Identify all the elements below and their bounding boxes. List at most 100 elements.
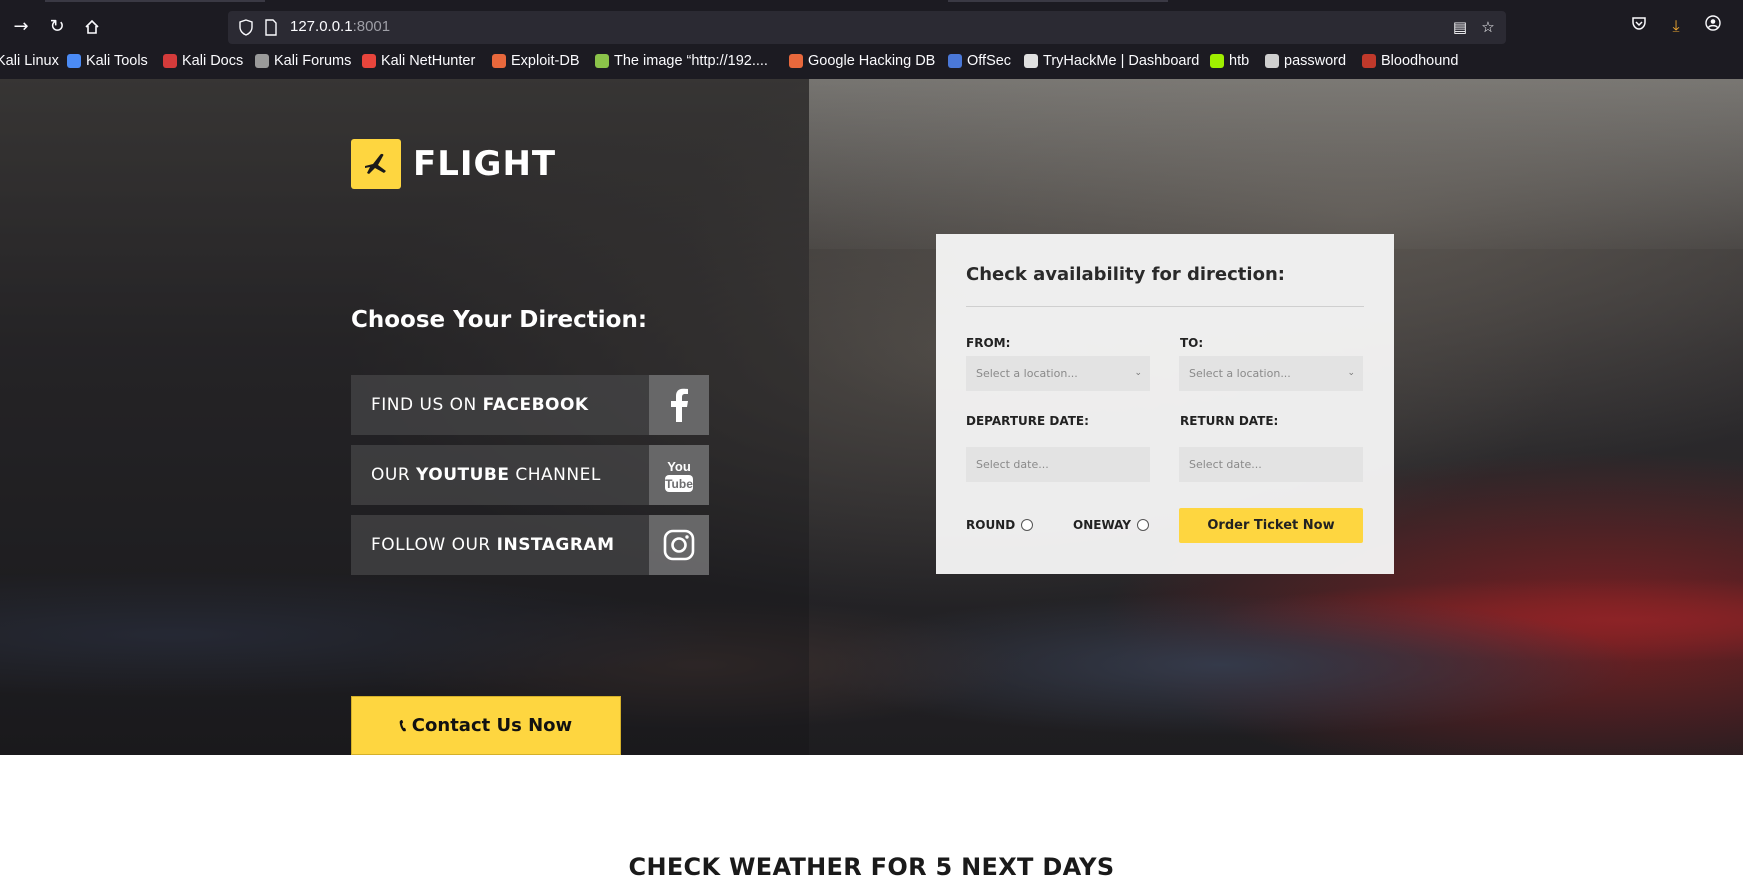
bookmark-item[interactable]: Kali Linux [0, 53, 59, 69]
return-date-placeholder: Select date... [1189, 458, 1262, 471]
youtube-suffix: CHANNEL [509, 465, 601, 485]
youtube-link-label: OUR YOUTUBE CHANNEL [351, 465, 649, 485]
bookmark-item[interactable]: Kali Forums [255, 53, 351, 69]
bookmark-label: Bloodhound [1381, 53, 1459, 69]
to-select[interactable]: Select a location... ⌄ [1179, 356, 1363, 391]
bookmark-label: Kali Docs [182, 53, 244, 69]
url-text[interactable]: 127.0.0.1:8001 [290, 18, 390, 35]
download-icon[interactable]: ⤓ [1665, 15, 1687, 37]
from-select[interactable]: Select a location... ⌄ [966, 356, 1150, 391]
instagram-prefix: FOLLOW OUR [371, 535, 497, 555]
url-bar[interactable]: 127.0.0.1:8001 ▤ ☆ [228, 11, 1506, 44]
contact-us-button[interactable]: 📞︎ Contact Us Now [351, 696, 621, 755]
bookmark-label: OffSec [967, 53, 1012, 69]
hero-section: FLIGHT Choose Your Direction: FIND US ON… [0, 79, 1743, 755]
tryhackme-icon [1024, 54, 1038, 68]
bookmark-item[interactable]: The image “http://192.... [595, 53, 768, 69]
facebook-link-label: FIND US ON FACEBOOK [351, 395, 649, 415]
bookmark-label: Google Hacking DB [808, 53, 936, 69]
bookmark-item[interactable]: Exploit-DB [492, 53, 580, 69]
kali-forums-icon [255, 54, 269, 68]
from-select-placeholder: Select a location... [976, 367, 1078, 380]
facebook-bold: FACEBOOK [482, 395, 589, 415]
instagram-icon [649, 515, 709, 575]
navigation-bar: → ↻ 127.0.0.1:8001 ▤ ☆ ⤓ [0, 8, 1743, 46]
bookmark-item[interactable]: password [1265, 53, 1346, 69]
shield-icon[interactable] [238, 19, 254, 36]
pocket-icon[interactable] [1628, 15, 1650, 37]
site-logo[interactable]: FLIGHT [351, 139, 556, 189]
bookmark-item[interactable]: OffSec [948, 53, 1011, 69]
instagram-link[interactable]: FOLLOW OUR INSTAGRAM [351, 515, 709, 575]
kali-tools-icon [67, 54, 81, 68]
home-icon[interactable] [79, 14, 105, 40]
bookmark-item[interactable]: Kali Tools [67, 53, 148, 69]
exploit-db-icon [492, 54, 506, 68]
browser-chrome: → ↻ 127.0.0.1:8001 ▤ ☆ ⤓ Kali Linux Kali … [0, 0, 1743, 79]
bookmark-label: TryHackMe | Dashboard [1043, 53, 1200, 69]
chevron-down-icon: ⌄ [1134, 368, 1142, 378]
youtube-bold: YOUTUBE [416, 465, 510, 485]
bookmark-item[interactable]: htb [1210, 53, 1249, 69]
bookmark-star-icon[interactable]: ☆ [1478, 18, 1498, 38]
facebook-prefix: FIND US ON [371, 395, 483, 415]
bookmarks-toolbar: Kali Linux Kali Tools Kali Docs Kali Forums… [0, 50, 1743, 76]
round-trip-radio[interactable]: ROUND [966, 518, 1034, 532]
availability-form: Check availability for direction: FROM: … [936, 234, 1394, 574]
form-divider [966, 306, 1364, 307]
to-select-placeholder: Select a location... [1189, 367, 1291, 380]
forward-icon[interactable]: → [8, 14, 34, 40]
return-date-input[interactable]: Select date... [1179, 447, 1363, 482]
to-label: TO: [1180, 336, 1204, 350]
reader-view-icon[interactable]: ▤ [1450, 18, 1470, 38]
svg-text:You: You [667, 459, 691, 474]
url-port: :8001 [352, 18, 391, 35]
radio-circle-icon[interactable] [1136, 519, 1149, 531]
ghdb-icon [789, 54, 803, 68]
account-icon[interactable] [1702, 15, 1724, 37]
contact-us-label: Contact Us Now [411, 715, 573, 736]
page-icon [265, 19, 277, 36]
oneway-radio[interactable]: ONEWAY [1073, 518, 1149, 532]
youtube-link[interactable]: OUR YOUTUBE CHANNEL You Tube [351, 445, 709, 505]
oneway-label: ONEWAY [1073, 518, 1131, 532]
departure-date-label: DEPARTURE DATE: [966, 414, 1089, 428]
tab-indicator[interactable] [45, 0, 265, 2]
bookmark-label: Kali Tools [86, 53, 148, 69]
departure-date-input[interactable]: Select date... [966, 447, 1150, 482]
bookmark-label: Kali NetHunter [381, 53, 476, 69]
bookmark-item[interactable]: Google Hacking DB [789, 53, 935, 69]
from-label: FROM: [966, 336, 1011, 350]
bookmark-label: Kali Forums [274, 53, 352, 69]
bookmark-label: password [1284, 53, 1347, 69]
instagram-bold: INSTAGRAM [496, 535, 615, 555]
weather-section-title: CHECK WEATHER FOR 5 NEXT DAYS [628, 853, 1115, 881]
phone-icon: 📞︎ [399, 715, 406, 736]
kali-docs-icon [163, 54, 177, 68]
reload-icon[interactable]: ↻ [44, 14, 70, 40]
youtube-prefix: OUR [371, 465, 417, 485]
tab-strip [0, 0, 1743, 3]
direction-title: Choose Your Direction: [351, 307, 648, 333]
bookmark-label: htb [1229, 53, 1250, 69]
bloodhound-icon [1362, 54, 1376, 68]
youtube-icon: You Tube [649, 445, 709, 505]
bookmark-label: Exploit-DB [511, 53, 580, 69]
htb-icon [1210, 54, 1224, 68]
bookmark-item[interactable]: Kali NetHunter [362, 53, 475, 69]
facebook-link[interactable]: FIND US ON FACEBOOK [351, 375, 709, 435]
bookmark-item[interactable]: TryHackMe | Dashboard [1024, 53, 1199, 69]
bookmark-item[interactable]: Bloodhound [1362, 53, 1458, 69]
offsec-icon [948, 54, 962, 68]
return-date-label: RETURN DATE: [1180, 414, 1279, 428]
form-title: Check availability for direction: [966, 264, 1285, 285]
radio-circle-icon[interactable] [1021, 519, 1034, 531]
instagram-link-label: FOLLOW OUR INSTAGRAM [351, 535, 649, 555]
order-ticket-button[interactable]: Order Ticket Now [1179, 508, 1363, 543]
bookmark-item[interactable]: Kali Docs [163, 53, 243, 69]
tab-indicator[interactable] [948, 0, 1168, 2]
background-photo [809, 79, 1743, 249]
globe-icon [1265, 54, 1279, 68]
url-host: 127.0.0.1 [290, 18, 353, 35]
svg-text:Tube: Tube [665, 477, 693, 491]
